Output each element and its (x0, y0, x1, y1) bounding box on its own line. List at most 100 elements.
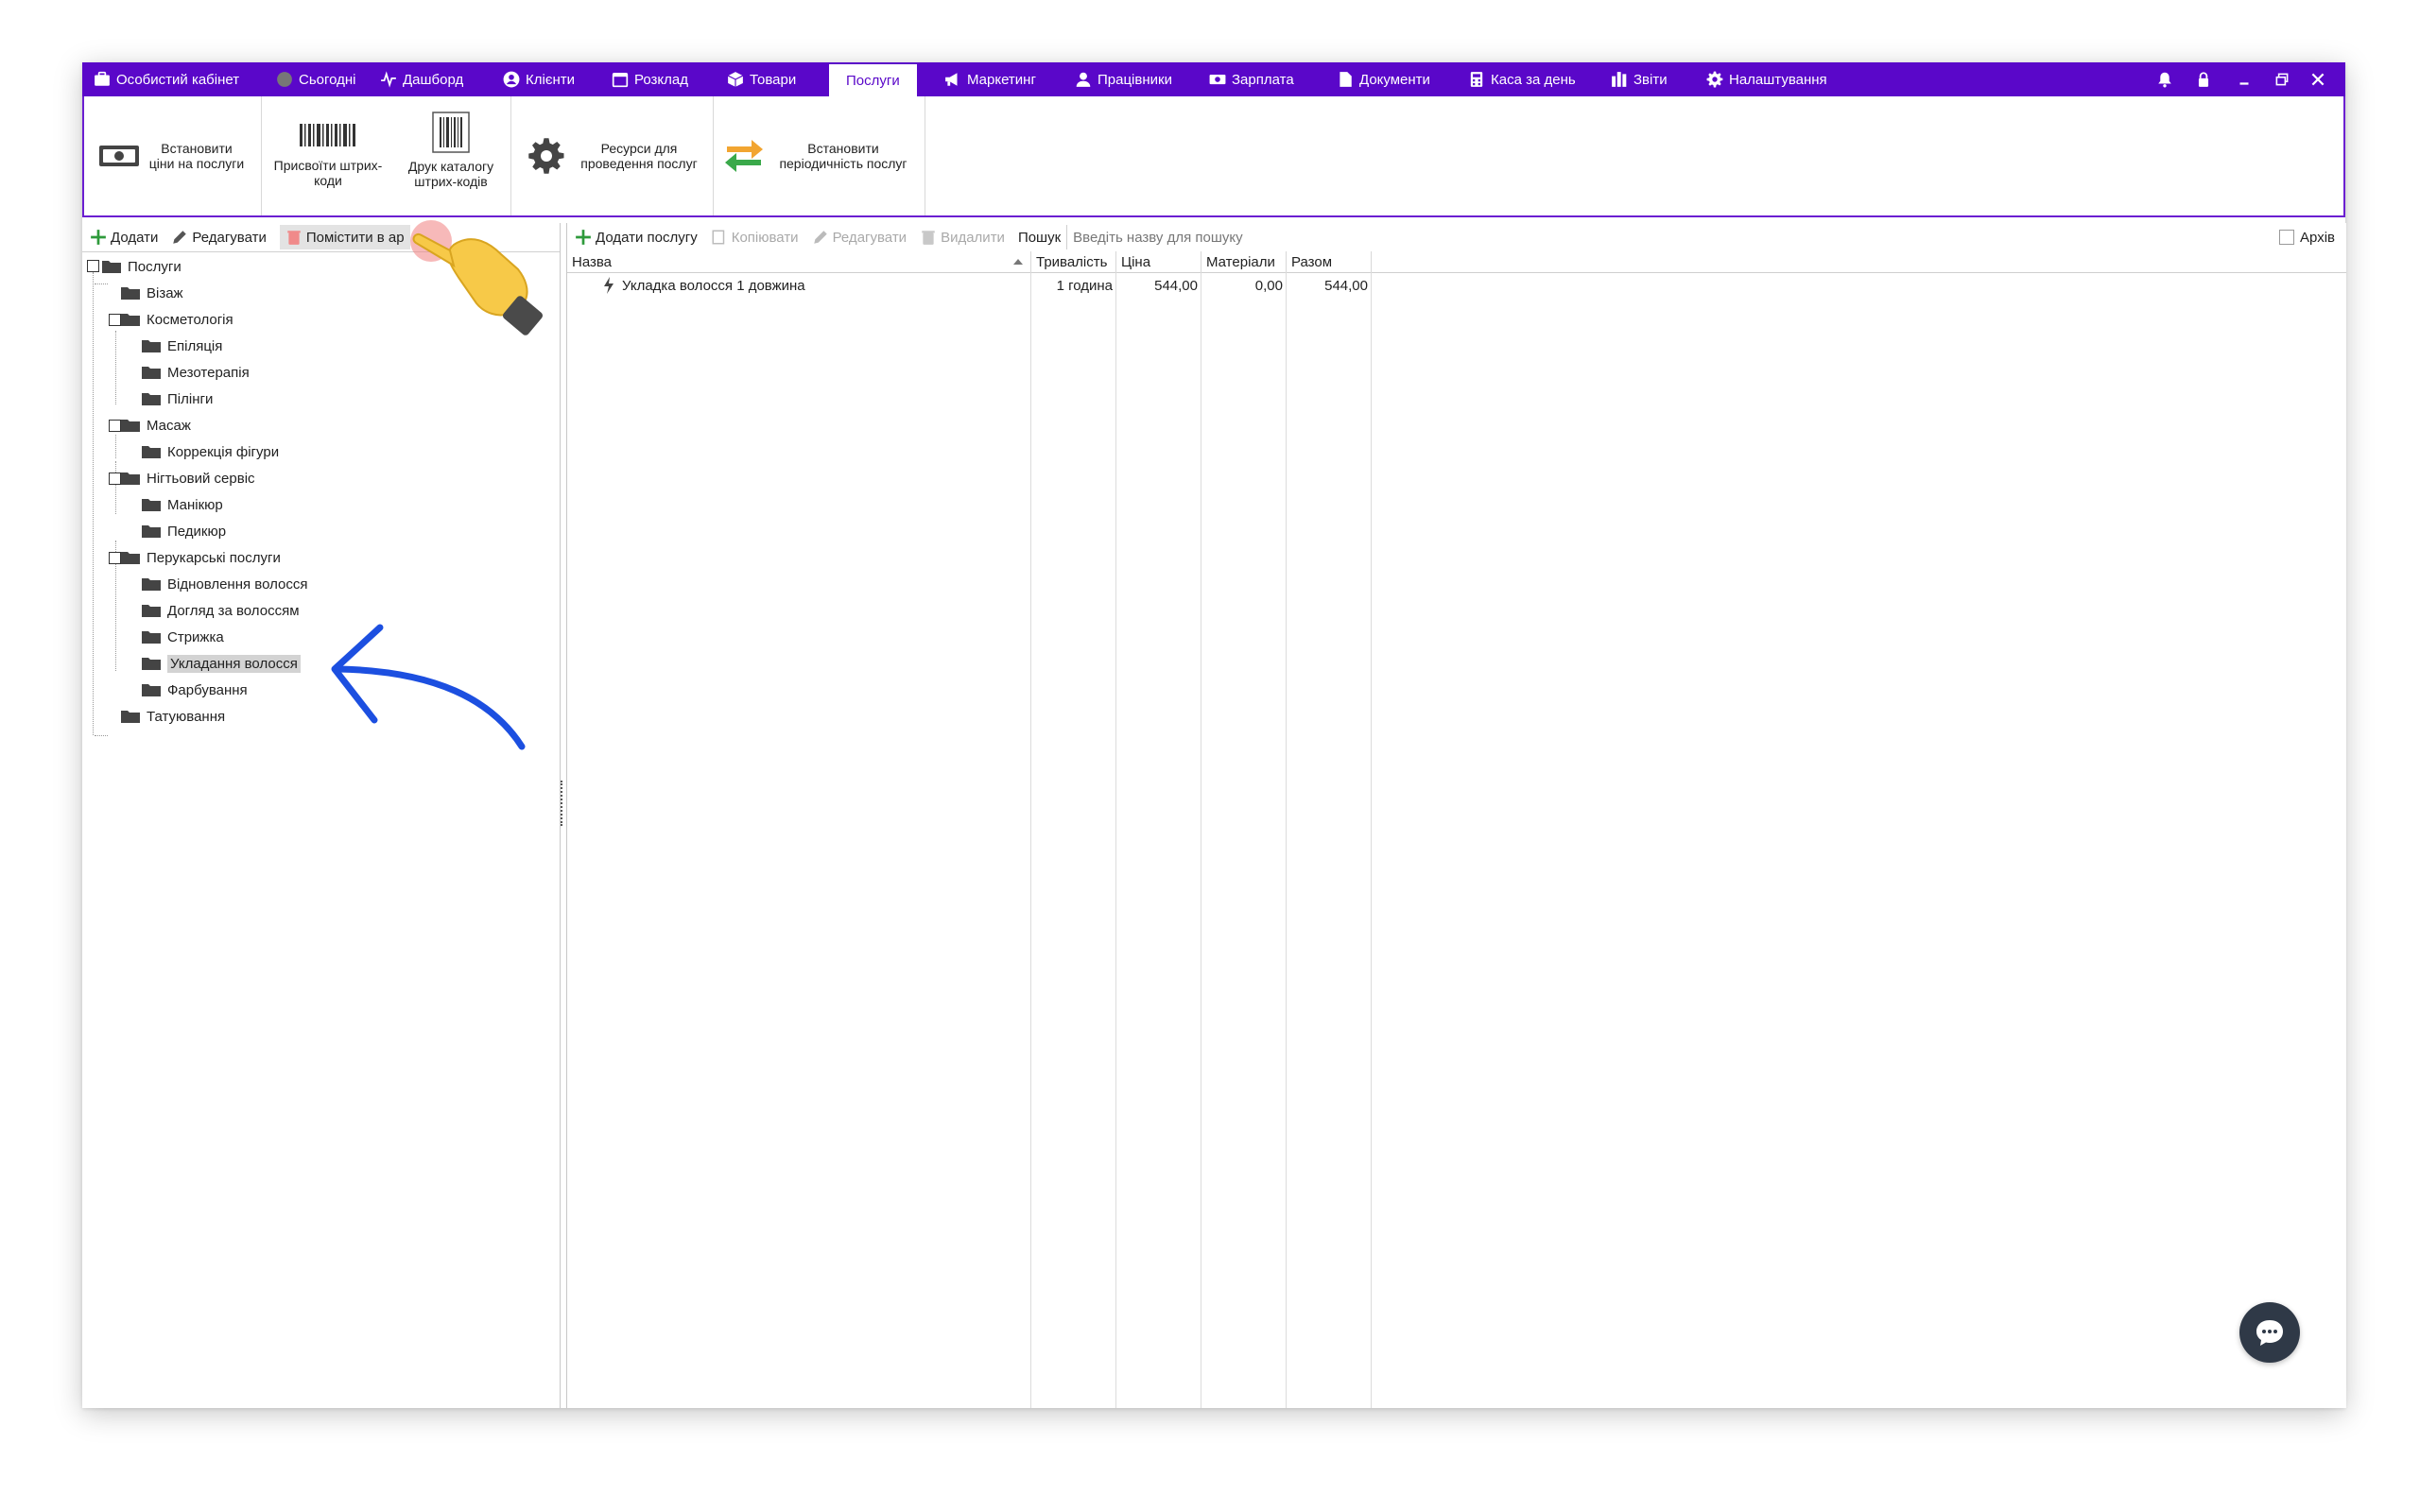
pointing-hand-icon (410, 220, 544, 335)
print-catalog-button[interactable]: Друк каталогу штрих-кодів (399, 91, 503, 210)
search-input[interactable] (1066, 225, 2242, 249)
chat-button[interactable] (2239, 1302, 2300, 1363)
column-header-total[interactable]: Разом (1287, 251, 1372, 272)
folder-icon (102, 261, 121, 273)
folder-icon (142, 578, 161, 591)
tree-node-label: Коррекція фігури (167, 443, 280, 460)
lock-icon (2198, 72, 2209, 87)
megaphone-icon (945, 73, 958, 86)
archive-checkbox[interactable]: Архів (2279, 223, 2335, 251)
column-divider (1371, 272, 1372, 1408)
tree-node-label: Масаж (147, 417, 191, 434)
tab-cash-per-day[interactable]: Каса за день (1468, 62, 1576, 96)
folder-icon (142, 684, 161, 696)
copy-service-button[interactable]: Копіювати (711, 229, 799, 246)
trash-icon (287, 231, 301, 245)
column-header-price[interactable]: Ціна (1116, 251, 1201, 272)
user-icon (1076, 72, 1091, 87)
tab-schedule[interactable]: Розклад (612, 62, 688, 96)
tree-node-massage[interactable]: Масаж (120, 414, 191, 437)
assign-barcodes-button[interactable]: Присвоїти штрих-коди (267, 96, 389, 215)
pencil-icon (173, 231, 187, 244)
add-service-button[interactable]: Додати послугу (575, 229, 698, 246)
edit-category-button[interactable]: Редагувати (171, 229, 267, 246)
cell-text: 1 година (1056, 277, 1113, 294)
tree-node-hairdressing[interactable]: Перукарські послуги (120, 546, 281, 569)
folder-icon (121, 552, 140, 564)
tab-salary[interactable]: Зарплата (1209, 62, 1294, 96)
tab-settings[interactable]: Налаштування (1706, 62, 1827, 96)
tree-node-peelings[interactable]: Пілінги (141, 387, 213, 410)
tab-employees[interactable]: Працівники (1075, 62, 1172, 96)
panel-splitter[interactable] (561, 781, 565, 826)
add-category-button[interactable]: Додати (90, 229, 158, 246)
tree-node-vizazh[interactable]: Візаж (120, 282, 183, 304)
periodicity-button[interactable]: Встановити періодичність послуг (719, 96, 918, 215)
gear-icon (1706, 71, 1723, 88)
tab-today[interactable]: Сьогодні (276, 62, 356, 96)
tree-node-label: Мезотерапія (167, 364, 250, 381)
document-icon (1340, 72, 1352, 87)
assign-barcodes-label: Присвоїти штрих-коди (273, 158, 383, 188)
tree-node-label: Догляд за волоссям (167, 602, 300, 619)
calculator-icon (1470, 72, 1483, 87)
tab-label: Клієнти (526, 71, 576, 88)
edit-service-button[interactable]: Редагувати (812, 229, 907, 246)
tab-goods[interactable]: Товари (727, 62, 796, 96)
tree-node-label: Епіляція (167, 337, 223, 354)
plus-icon (576, 230, 591, 245)
restore-button[interactable] (2273, 62, 2290, 96)
tree-node-tattoo[interactable]: Татуювання (120, 705, 225, 728)
tree-line (115, 461, 116, 514)
column-header-name[interactable]: Назва (567, 251, 1031, 272)
table-row[interactable]: Укладка волосся 1 довжина 1 година 544,0… (567, 274, 1560, 297)
plus-icon (91, 230, 106, 245)
resources-button[interactable]: Ресурси для проведення послуг (517, 96, 716, 215)
collapse-toggle[interactable] (87, 260, 99, 272)
notifications-button[interactable] (2156, 62, 2173, 96)
tree-node-body-correction[interactable]: Коррекція фігури (141, 440, 279, 463)
cell-total: 544,00 (1287, 274, 1372, 297)
folder-icon (121, 711, 140, 723)
cell-price: 544,00 (1116, 274, 1201, 297)
lightning-icon (604, 277, 614, 294)
tree-node-manicure[interactable]: Манікюр (141, 493, 223, 516)
checkbox-box (2279, 230, 2295, 245)
set-prices-button[interactable]: Встановити ціни на послуги (92, 96, 252, 215)
tree-node-label: Перукарські послуги (147, 549, 281, 566)
minimize-button[interactable] (2236, 62, 2253, 96)
tab-services[interactable]: Послуги (829, 64, 917, 96)
folder-icon (142, 499, 161, 511)
tree-node-mesotherapy[interactable]: Мезотерапія (141, 361, 250, 384)
column-header-materials[interactable]: Матеріали (1201, 251, 1287, 272)
tree-line (115, 331, 116, 404)
tree-node-services-root[interactable]: Послуги (101, 255, 182, 278)
close-icon (2311, 73, 2325, 86)
tree-node-hair-restoration[interactable]: Відновлення волосся (141, 573, 308, 595)
tree-node-label: Манікюр (167, 496, 223, 513)
archive-label: Архів (2300, 229, 2335, 246)
briefcase-icon (95, 71, 110, 86)
close-button[interactable] (2309, 62, 2326, 96)
tree-node-hair-care[interactable]: Догляд за волоссям (141, 599, 300, 622)
tree-node-nail-service[interactable]: Нігтьовий сервіс (120, 467, 255, 490)
tab-clients[interactable]: Клієнти (503, 62, 575, 96)
tab-personal-cabinet[interactable]: Особистий кабінет (94, 62, 239, 96)
tab-documents[interactable]: Документи (1337, 62, 1430, 96)
tree-node-coloring[interactable]: Фарбування (141, 679, 248, 701)
tree-node-cosmetology[interactable]: Косметологія (120, 308, 233, 331)
tree-node-haircut[interactable]: Стрижка (141, 626, 224, 648)
tree-node-pedicure[interactable]: Педикюр (141, 520, 226, 542)
tree-node-label: Відновлення волосся (167, 576, 308, 593)
tree-node-label: Косметологія (147, 311, 233, 328)
column-header-duration[interactable]: Тривалість (1031, 251, 1116, 272)
tree-node-hair-styling[interactable]: Укладання волосся (141, 652, 301, 675)
tab-label: Сьогодні (299, 71, 356, 88)
lock-button[interactable] (2195, 62, 2212, 96)
tab-label: Послуги (846, 72, 900, 89)
tree-node-epilation[interactable]: Епіляція (141, 335, 222, 357)
delete-service-button[interactable]: Видалити (920, 229, 1005, 246)
archive-category-button[interactable]: Помістити в ар (279, 225, 410, 249)
tab-reports[interactable]: Звіти (1611, 62, 1668, 96)
tab-marketing[interactable]: Маркетинг (944, 62, 1036, 96)
